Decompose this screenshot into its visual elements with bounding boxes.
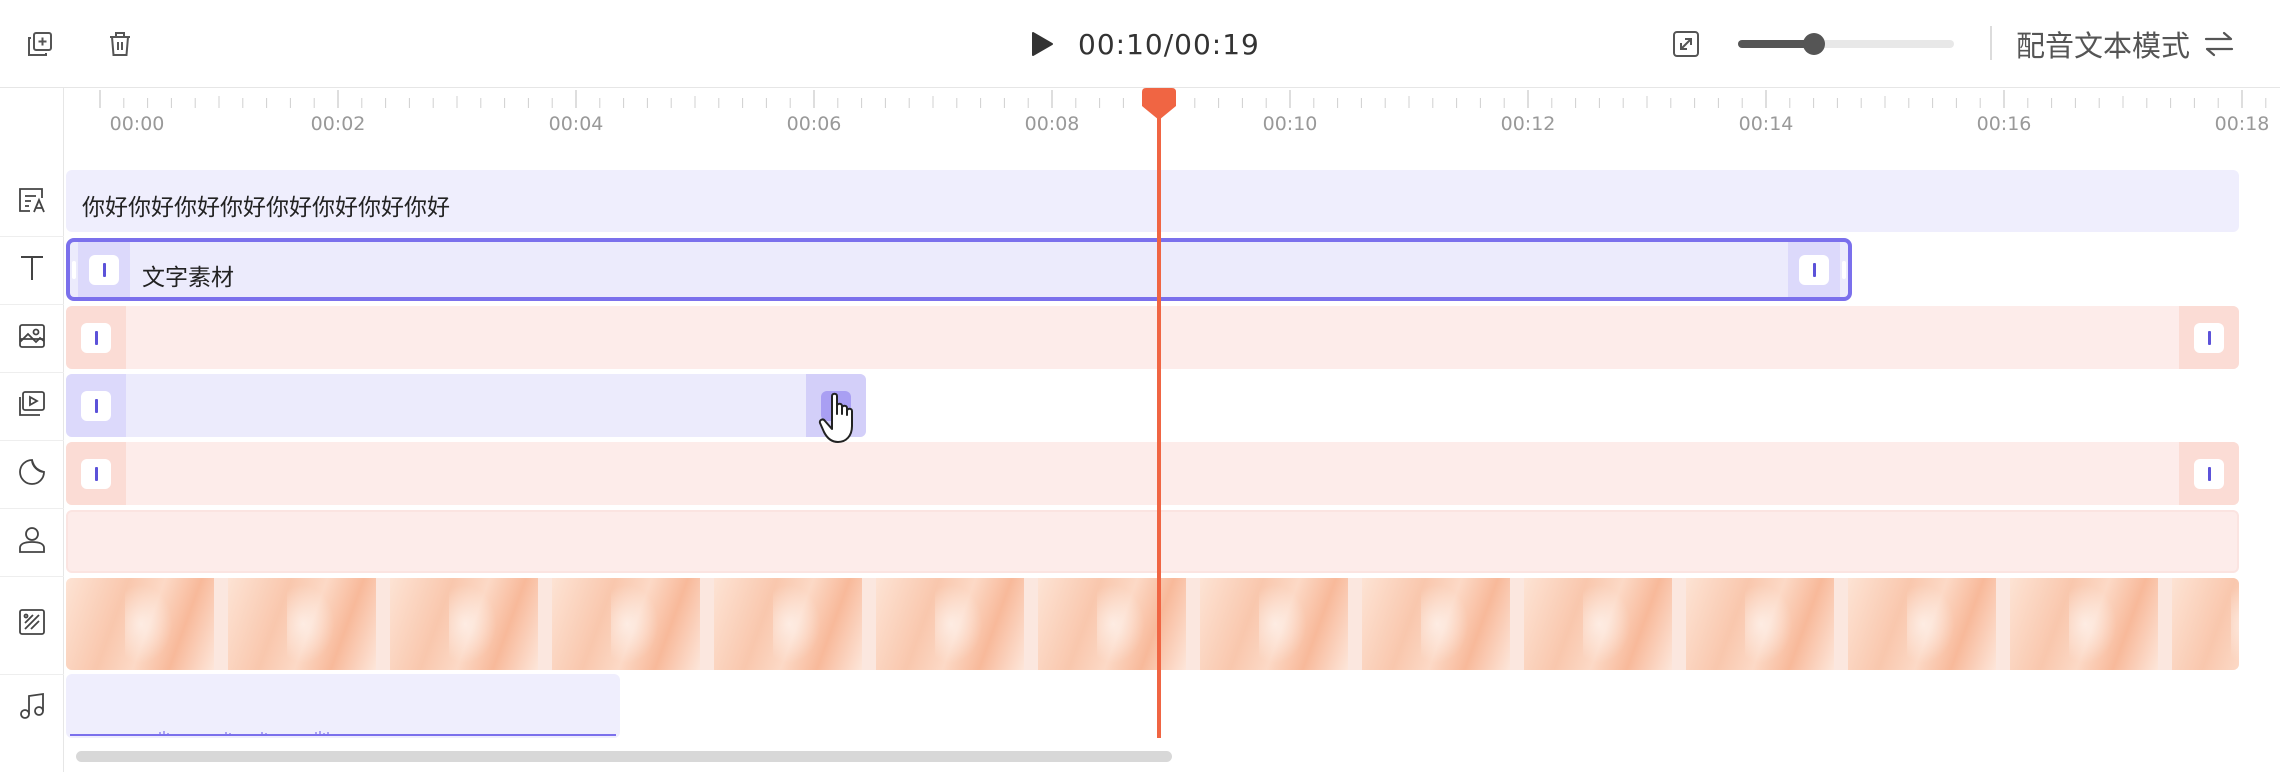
ruler-tick-label: 00:06 xyxy=(786,113,842,135)
dubbing-text-mode-switch[interactable]: 配音文本模式 xyxy=(2016,22,2236,66)
video-clip-icon[interactable] xyxy=(12,384,52,424)
ruler-tick-label: 00:00 xyxy=(109,113,165,135)
music-clip[interactable] xyxy=(66,674,620,738)
video-clip-track-clip[interactable] xyxy=(66,374,866,437)
ruler-tick-label: 00:12 xyxy=(1500,113,1556,135)
video-thumbnail xyxy=(1200,578,1348,670)
row-separator xyxy=(0,372,64,373)
video-thumbnail xyxy=(876,578,1024,670)
expand-icon[interactable] xyxy=(1666,24,1706,64)
keyframe-handle[interactable] xyxy=(1788,242,1840,297)
dubbing-text: 你好你好你好你好你好你好你好你好 xyxy=(82,195,450,221)
row-separator xyxy=(0,508,64,509)
video-thumbnail xyxy=(1362,578,1510,670)
row-separator xyxy=(0,304,64,305)
row-separator xyxy=(0,440,64,441)
trash-icon[interactable] xyxy=(100,24,140,64)
ruler-tick-label: 00:10 xyxy=(1262,113,1318,135)
audio-waveform xyxy=(159,731,329,736)
row-separator xyxy=(0,674,64,675)
video-thumbnail xyxy=(714,578,862,670)
audio-baseline xyxy=(70,734,616,736)
row-separator xyxy=(0,236,64,237)
keyframe-handle[interactable] xyxy=(78,242,130,297)
playback-controls: 00:10/00:19 xyxy=(1022,22,1260,66)
video-thumbnail xyxy=(228,578,376,670)
keyframe-handle[interactable] xyxy=(2179,442,2239,505)
mode-label: 配音文本模式 xyxy=(2016,29,2191,63)
video-thumbnail xyxy=(1038,578,1186,670)
sticker-track-clip[interactable] xyxy=(66,442,2239,505)
ruler-tick-label: 00:04 xyxy=(548,113,604,135)
video-thumbnail xyxy=(552,578,700,670)
playhead-line[interactable] xyxy=(1157,100,1161,738)
ruler-tick-label: 00:08 xyxy=(1024,113,1080,135)
track-icon-column xyxy=(0,88,64,772)
keyframe-handle[interactable] xyxy=(66,306,126,369)
ruler-tick-label: 00:18 xyxy=(2214,113,2270,135)
dubbing-text-clip[interactable]: 你好你好你好你好你好你好你好你好 xyxy=(66,170,2239,232)
person-icon[interactable] xyxy=(12,520,52,560)
text-clip[interactable]: 文字素材 xyxy=(66,238,1852,301)
zoom-slider-thumb[interactable] xyxy=(1802,33,1825,55)
play-icon[interactable] xyxy=(1022,24,1062,64)
zoom-slider[interactable] xyxy=(1738,33,1954,55)
duplicate-icon[interactable] xyxy=(20,24,60,64)
image-icon[interactable] xyxy=(12,316,52,356)
text-clip-right-handle[interactable] xyxy=(1842,261,1846,279)
keyframe-handle[interactable] xyxy=(2179,306,2239,369)
dubbing-text-icon[interactable] xyxy=(12,180,52,220)
playhead-handle[interactable] xyxy=(1142,88,1176,120)
ruler-tick-label: 00:14 xyxy=(1738,113,1794,135)
text-clip-label: 文字素材 xyxy=(142,265,234,291)
video-thumbnail xyxy=(66,578,214,670)
video-thumbnail xyxy=(1848,578,1996,670)
ruler-tick-label: 00:02 xyxy=(310,113,366,135)
person-track-clip[interactable] xyxy=(66,510,2239,573)
video-thumbnail xyxy=(1524,578,1672,670)
video-thumbnail xyxy=(390,578,538,670)
background-video-clip[interactable] xyxy=(66,578,2239,670)
music-icon[interactable] xyxy=(12,686,52,726)
toolbar-divider xyxy=(1990,26,1992,60)
video-thumbnail xyxy=(1686,578,1834,670)
video-thumbnail xyxy=(2010,578,2158,670)
keyframe-handle[interactable] xyxy=(66,442,126,505)
video-thumbnail xyxy=(2172,578,2239,670)
timeline-toolbar: 00:10/00:19 配音文本模式 xyxy=(0,0,2280,88)
swap-arrows-icon xyxy=(2204,31,2234,57)
background-icon[interactable] xyxy=(12,602,52,642)
image-track-clip[interactable] xyxy=(66,306,2239,369)
sticker-icon[interactable] xyxy=(12,452,52,492)
text-icon[interactable] xyxy=(12,248,52,288)
horizontal-scrollbar[interactable] xyxy=(76,751,1172,762)
hand-cursor-icon xyxy=(818,392,853,443)
time-display: 00:10/00:19 xyxy=(1078,27,1260,61)
text-clip-left-handle[interactable] xyxy=(72,261,76,279)
ruler-tick-label: 00:16 xyxy=(1976,113,2032,135)
keyframe-handle[interactable] xyxy=(66,374,126,437)
row-separator xyxy=(0,576,64,577)
